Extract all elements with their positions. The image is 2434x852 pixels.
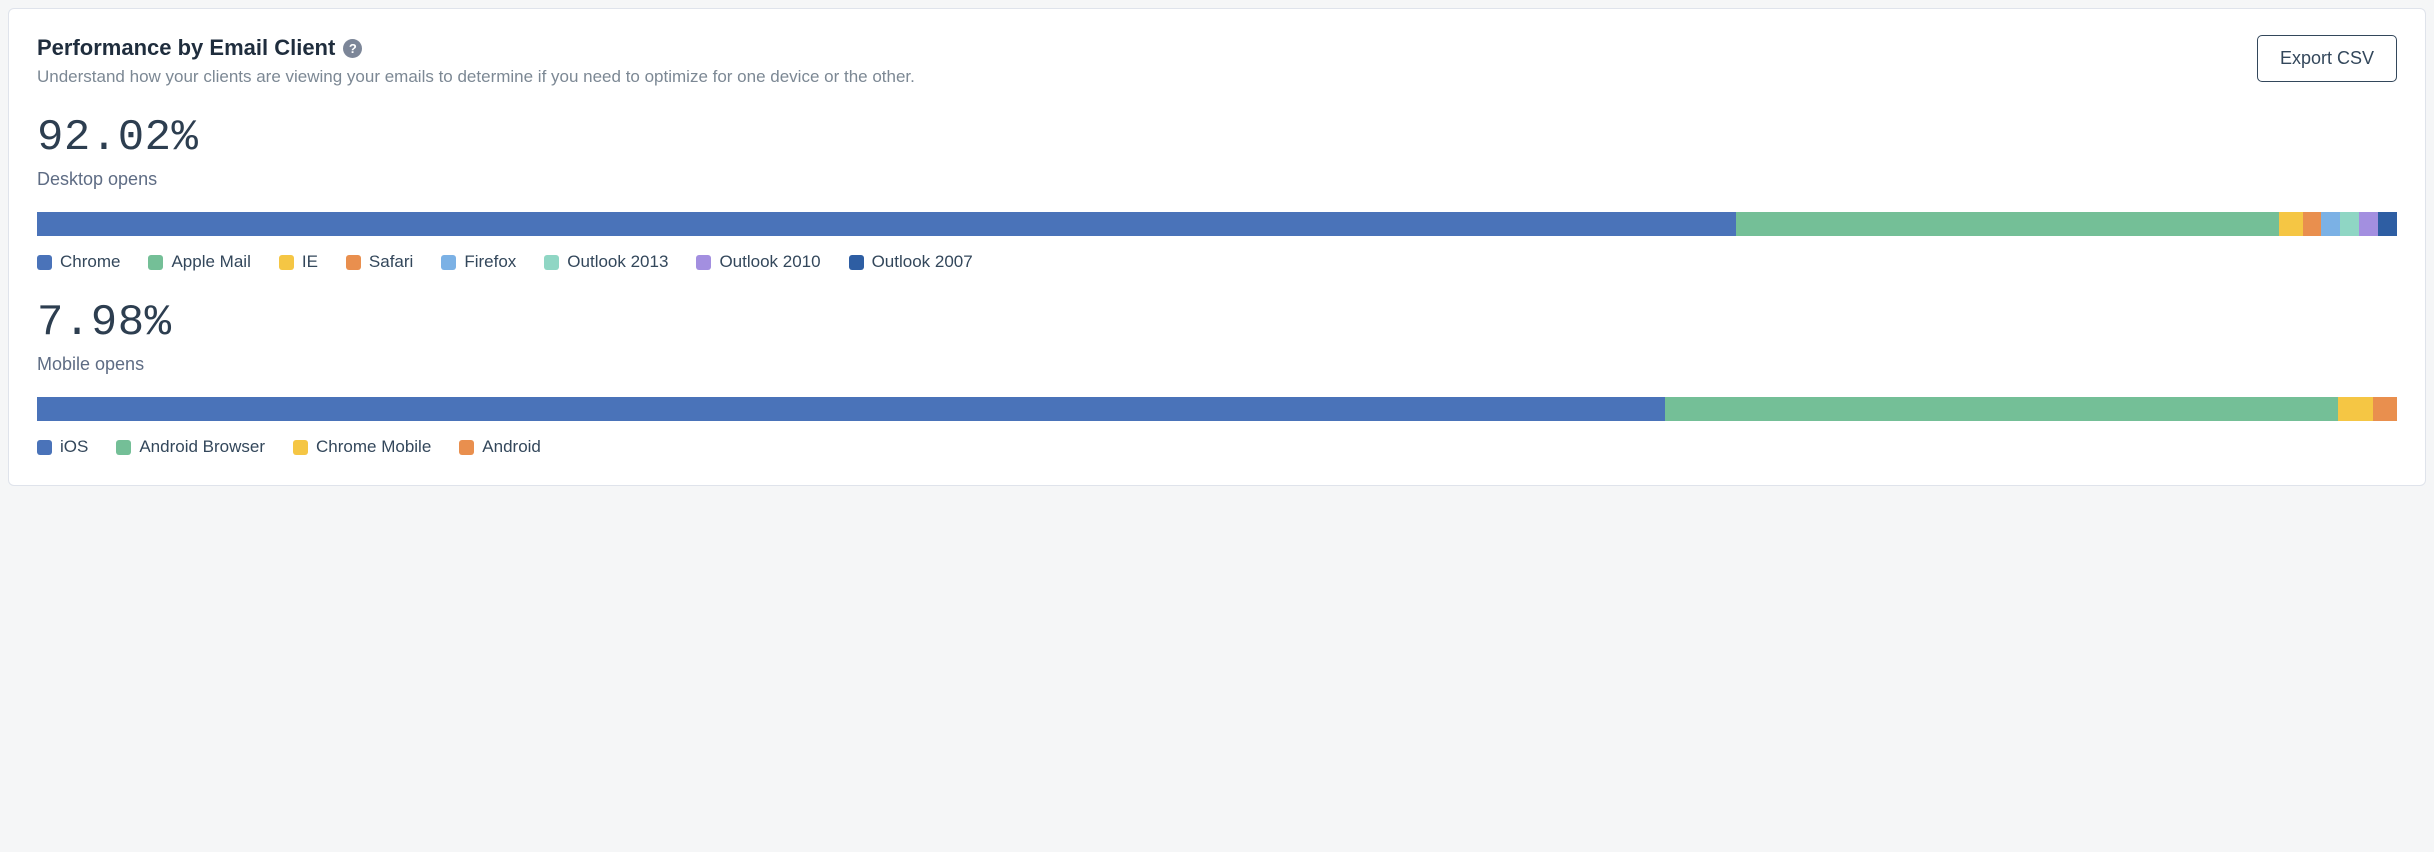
desktop-legend-item[interactable]: Chrome — [37, 252, 120, 272]
legend-label: Outlook 2007 — [872, 252, 973, 272]
desktop-percent: 92.02% — [37, 113, 2397, 163]
desktop-legend-item[interactable]: IE — [279, 252, 318, 272]
legend-swatch — [37, 440, 52, 455]
legend-swatch — [37, 255, 52, 270]
export-csv-button[interactable]: Export CSV — [2257, 35, 2397, 82]
title-block: Performance by Email Client ? Understand… — [37, 35, 2237, 87]
desktop-legend-item[interactable]: Outlook 2010 — [696, 252, 820, 272]
mobile-legend-item[interactable]: Android — [459, 437, 541, 457]
mobile-segment[interactable] — [1665, 397, 2338, 421]
legend-label: Apple Mail — [171, 252, 250, 272]
legend-swatch — [849, 255, 864, 270]
legend-label: Safari — [369, 252, 413, 272]
legend-swatch — [459, 440, 474, 455]
legend-swatch — [346, 255, 361, 270]
desktop-segment[interactable] — [2340, 212, 2359, 236]
desktop-segment[interactable] — [2279, 212, 2303, 236]
legend-label: Android Browser — [139, 437, 265, 457]
help-icon[interactable]: ? — [343, 39, 362, 58]
legend-label: Firefox — [464, 252, 516, 272]
desktop-legend-item[interactable]: Firefox — [441, 252, 516, 272]
legend-swatch — [116, 440, 131, 455]
desktop-segment[interactable] — [1736, 212, 2279, 236]
performance-card: Performance by Email Client ? Understand… — [8, 8, 2426, 486]
mobile-legend-item[interactable]: Chrome Mobile — [293, 437, 431, 457]
desktop-legend-item[interactable]: Safari — [346, 252, 413, 272]
desktop-segment[interactable] — [2359, 212, 2378, 236]
desktop-legend-item[interactable]: Outlook 2013 — [544, 252, 668, 272]
desktop-label: Desktop opens — [37, 169, 2397, 190]
legend-label: Outlook 2013 — [567, 252, 668, 272]
desktop-legend-item[interactable]: Apple Mail — [148, 252, 250, 272]
legend-swatch — [293, 440, 308, 455]
mobile-legend-item[interactable]: iOS — [37, 437, 88, 457]
legend-swatch — [148, 255, 163, 270]
mobile-label: Mobile opens — [37, 354, 2397, 375]
legend-label: Android — [482, 437, 541, 457]
mobile-segment[interactable] — [2338, 397, 2373, 421]
desktop-segment[interactable] — [37, 212, 1736, 236]
legend-label: iOS — [60, 437, 88, 457]
mobile-section: 7.98% Mobile opens iOS Android Browser Chr… — [37, 298, 2397, 457]
legend-label: Outlook 2010 — [719, 252, 820, 272]
mobile-legend-item[interactable]: Android Browser — [116, 437, 265, 457]
mobile-stacked-bar — [37, 397, 2397, 421]
mobile-legend: iOS Android Browser Chrome Mobile Android — [37, 437, 2397, 457]
mobile-segment[interactable] — [37, 397, 1665, 421]
legend-swatch — [441, 255, 456, 270]
card-header: Performance by Email Client ? Understand… — [37, 35, 2397, 87]
legend-label: Chrome Mobile — [316, 437, 431, 457]
title-line: Performance by Email Client ? — [37, 35, 2237, 61]
desktop-legend: Chrome Apple Mail IE Safari Firefox Outlook 2… — [37, 252, 2397, 272]
desktop-segment[interactable] — [2321, 212, 2340, 236]
legend-label: Chrome — [60, 252, 120, 272]
legend-swatch — [696, 255, 711, 270]
desktop-legend-item[interactable]: Outlook 2007 — [849, 252, 973, 272]
legend-swatch — [279, 255, 294, 270]
card-title: Performance by Email Client — [37, 35, 335, 61]
mobile-segment[interactable] — [2373, 397, 2397, 421]
desktop-stacked-bar — [37, 212, 2397, 236]
card-subtitle: Understand how your clients are viewing … — [37, 67, 2237, 87]
desktop-segment[interactable] — [2378, 212, 2397, 236]
mobile-percent: 7.98% — [37, 298, 2397, 348]
desktop-segment[interactable] — [2303, 212, 2322, 236]
desktop-section: 92.02% Desktop opens Chrome Apple Mail IE S… — [37, 113, 2397, 272]
legend-label: IE — [302, 252, 318, 272]
legend-swatch — [544, 255, 559, 270]
